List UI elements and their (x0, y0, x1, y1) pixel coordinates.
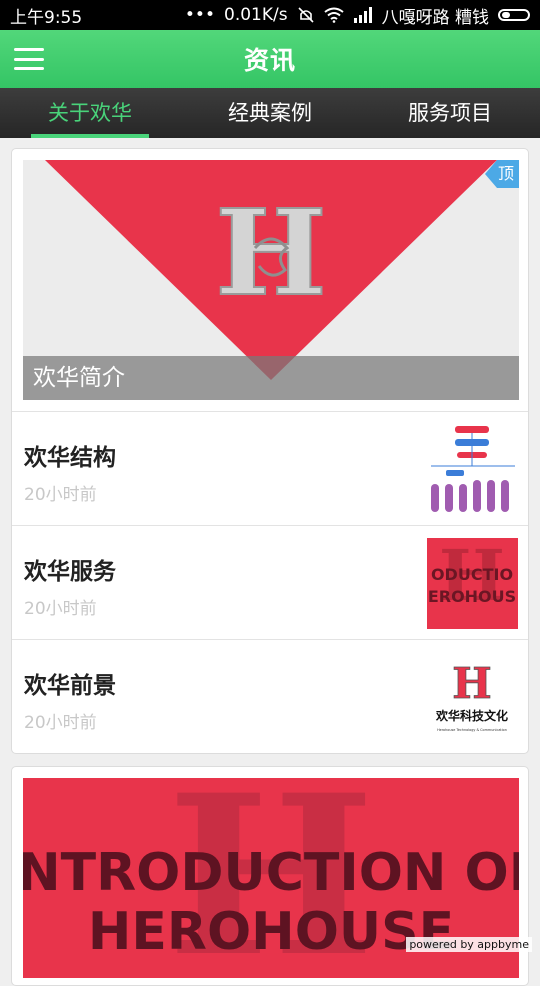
status-bar: 上午9:55 ••• 0.01K/s 八嘎呀路 糟钱 (0, 0, 540, 30)
carrier-name: 八嘎呀路 糟钱 (381, 7, 489, 28)
svg-text:H: H (452, 659, 492, 708)
list-item[interactable]: 欢华服务 20小时前 H ODUCTIO EROHOUS (12, 525, 528, 639)
wifi-icon (323, 7, 344, 23)
thumb-text-line1: ODUCTIO (431, 565, 513, 584)
banner-line2: HEROHOUSE (88, 902, 454, 962)
tab-services[interactable]: 服务项目 (360, 88, 540, 138)
item-time: 20小时前 (24, 713, 97, 733)
network-speed: 0.01K/s (224, 5, 288, 25)
menu-icon[interactable] (14, 48, 44, 70)
page-title: 资讯 (243, 46, 296, 75)
item-title: 欢华前景 (24, 673, 116, 699)
item-title: 欢华结构 (24, 445, 116, 471)
featured-article[interactable]: H 顶 欢华简介 (23, 160, 519, 400)
tab-bar: 关于欢华 经典案例 服务项目 (0, 88, 540, 138)
battery-icon (498, 9, 530, 21)
mute-icon (298, 7, 314, 23)
app-bar: 资讯 (0, 30, 540, 88)
tab-cases[interactable]: 经典案例 (180, 88, 360, 138)
intro-card[interactable]: H INTRODUCTION OF HEROHOUSE (11, 766, 529, 986)
thumb-brand: 欢华科技文化 (435, 708, 508, 723)
list-item[interactable]: 欢华前景 20小时前 H 欢华科技文化 Herohouse Technology… (12, 639, 528, 753)
tab-about[interactable]: 关于欢华 (0, 88, 180, 138)
news-card: H 顶 欢华简介 欢华结构 20小时前 欢华服务 20小时前 H ODUCTIO… (11, 148, 529, 754)
item-time: 20小时前 (24, 485, 97, 505)
status-icons: ••• 0.01K/s 八嘎呀路 糟钱 (185, 3, 530, 28)
brand-logo-thumbnail: H 欢华科技文化 Herohouse Technology & Communic… (427, 652, 518, 743)
thumb-brand-sub: Herohouse Technology & Communication (437, 728, 507, 732)
item-title: 欢华服务 (24, 559, 116, 585)
signal-icon (353, 7, 372, 23)
featured-logo-letter: H (215, 183, 327, 322)
powered-by-label: powered by appbyme (406, 937, 532, 952)
item-time: 20小时前 (24, 599, 97, 619)
intro-thumbnail: H ODUCTIO EROHOUS (427, 538, 518, 629)
banner-line1: INTRODUCTION OF (23, 843, 519, 903)
featured-caption: 欢华简介 (23, 356, 519, 400)
thumb-text-line2: EROHOUS (428, 587, 516, 606)
org-chart-thumbnail (427, 424, 518, 515)
list-item[interactable]: 欢华结构 20小时前 (12, 411, 528, 525)
status-time: 上午9:55 (10, 7, 83, 28)
more-dots-icon: ••• (184, 5, 215, 25)
